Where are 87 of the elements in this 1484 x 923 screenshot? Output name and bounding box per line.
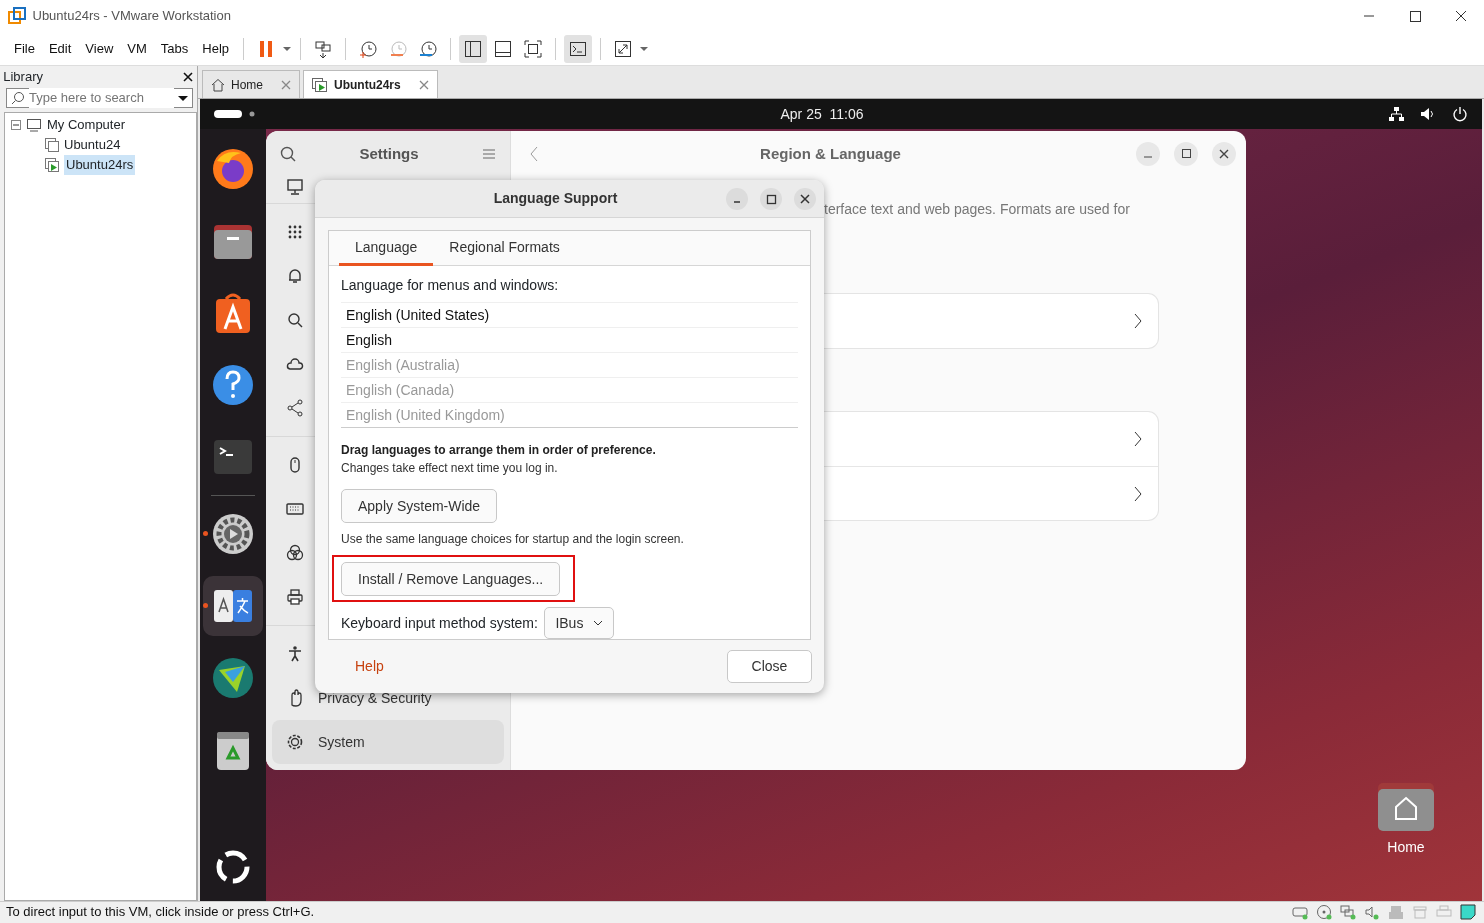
tab[interactable]: Ubuntu24rs [303, 70, 438, 98]
network-adapter-icon[interactable] [1340, 904, 1356, 920]
tree-item[interactable]: My Computer [47, 115, 126, 135]
chevron-right-icon[interactable] [1134, 431, 1142, 447]
workspace-indicator-icon[interactable] [214, 110, 256, 118]
menu-item[interactable]: View [79, 36, 120, 61]
fit-view-icon[interactable] [523, 38, 544, 59]
minimize-icon[interactable] [726, 187, 748, 210]
close-icon[interactable] [794, 187, 816, 210]
chevron-right-icon[interactable] [1134, 313, 1142, 329]
color-icon[interactable] [286, 544, 304, 562]
note-icon[interactable] [1460, 904, 1476, 920]
maximize-icon[interactable] [760, 187, 782, 210]
disc-icon[interactable] [1316, 904, 1332, 920]
description-text: terface text and web pages. Formats are used for [824, 200, 1131, 219]
input-method-dropdown[interactable]: IBus [544, 607, 615, 639]
send-keys-icon[interactable] [313, 38, 334, 59]
help-icon[interactable] [211, 363, 255, 407]
desktop-icon-label[interactable]: Home [1387, 837, 1425, 858]
list-item[interactable]: English (United States) [346, 304, 490, 326]
note-text: Use the same language choices for startup and the login screen. [341, 531, 685, 548]
printer-icon[interactable] [286, 588, 304, 606]
menu-item[interactable]: VM [121, 36, 153, 61]
folder-icon[interactable] [1378, 781, 1434, 831]
home-icon [211, 77, 225, 92]
panel-view-icon[interactable] [493, 38, 514, 59]
volume-icon[interactable] [1420, 106, 1436, 122]
power-icon[interactable] [1452, 106, 1468, 122]
window-title: Ubuntu24rs - VMware Workstation [32, 7, 231, 26]
bell-icon[interactable] [286, 267, 304, 285]
menu-item[interactable]: Help [196, 36, 236, 61]
hint-text: Drag languages to arrange them in order of preference. [341, 442, 657, 459]
tab[interactable]: Language [339, 231, 434, 266]
browser-icon[interactable] [211, 147, 255, 191]
accessibility-icon[interactable] [286, 645, 304, 663]
share-icon[interactable] [286, 399, 304, 417]
computer-icon [26, 118, 42, 132]
sidebar-item[interactable]: System [272, 720, 504, 764]
tree-item[interactable]: Ubuntu24 [64, 135, 121, 155]
running-vm-icon [312, 77, 328, 92]
menu-item[interactable]: Edit [42, 36, 78, 61]
gear-icon [286, 733, 304, 751]
window-title: Settings [358, 143, 420, 164]
help-link[interactable]: Help [355, 656, 384, 677]
apply-button[interactable]: Apply System-Wide [341, 489, 498, 523]
sidebar-item[interactable]: Privacy & Security [272, 676, 504, 720]
search-icon[interactable] [280, 146, 296, 162]
install-button[interactable]: Install / Remove Languages... [341, 562, 561, 596]
tree-item[interactable]: Ubuntu24rs [64, 155, 136, 175]
close-button[interactable]: Close [727, 650, 812, 683]
menu-item[interactable]: File [8, 36, 41, 61]
tab[interactable]: Home [202, 70, 300, 98]
cloud-icon[interactable] [286, 355, 304, 373]
keyboard-icon[interactable] [286, 500, 304, 518]
search-field[interactable]: Type here to search [6, 88, 193, 108]
app-logo-icon [8, 7, 26, 25]
snapshot-icon[interactable] [358, 38, 379, 59]
close-icon[interactable] [1212, 142, 1236, 166]
display-icon[interactable] [286, 179, 304, 197]
list-label: Language for menus and windows: [341, 276, 560, 295]
maximize-icon[interactable] [1174, 142, 1198, 166]
fullscreen-icon[interactable] [613, 38, 634, 59]
list-item[interactable]: English [346, 329, 392, 351]
panel-title: Library [3, 68, 44, 87]
collapse-icon[interactable] [11, 120, 21, 130]
chevron-right-icon[interactable] [1134, 485, 1142, 502]
app-icon[interactable] [211, 656, 255, 700]
dropdown-icon[interactable] [178, 93, 188, 103]
minimize-icon[interactable] [1136, 142, 1160, 166]
search-icon[interactable] [286, 311, 304, 329]
page-title: Region & Language [759, 143, 902, 164]
status-text: To direct input to this VM, click inside or press Ctrl+G. [6, 903, 316, 922]
clock[interactable]: Apr 25 11:06 [780, 105, 864, 122]
dialog-title: Language Support [492, 189, 619, 208]
gear-icon[interactable] [211, 512, 255, 556]
close-icon[interactable] [181, 71, 194, 83]
network-icon[interactable] [1388, 106, 1404, 122]
field-label: Keyboard input method system: [341, 613, 538, 633]
revert-snapshot-icon[interactable] [388, 38, 409, 59]
search-icon [11, 91, 25, 105]
sidebar-view-icon[interactable] [463, 38, 484, 59]
tab[interactable]: Regional Formats [433, 231, 576, 266]
snapshot-manager-icon[interactable] [418, 38, 439, 59]
chevron-down-icon [593, 620, 604, 626]
menu-item[interactable]: Tabs [154, 36, 195, 61]
sound-icon[interactable] [1364, 904, 1380, 920]
hint-text: Changes take effect next time you log in. [341, 460, 559, 477]
